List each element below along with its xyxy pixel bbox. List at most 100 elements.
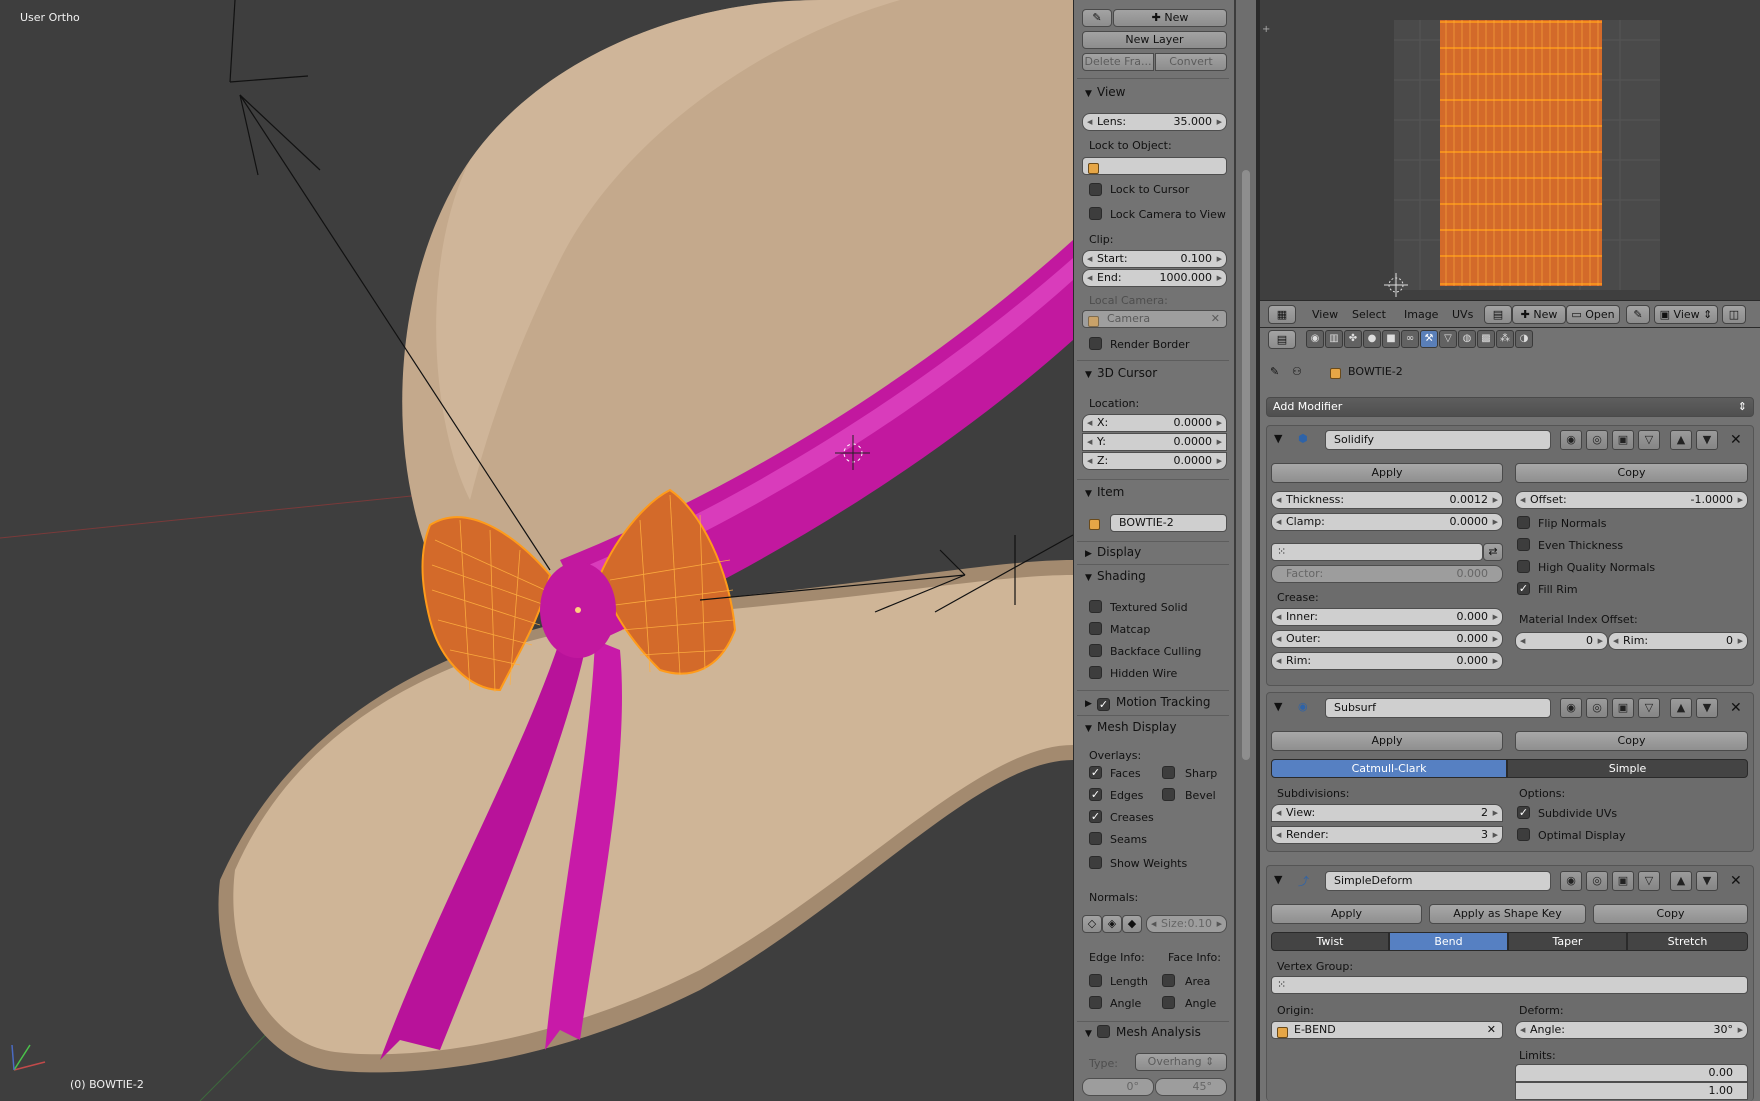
image-browse-button[interactable]: ▤ bbox=[1484, 305, 1512, 324]
vertex-normals-button[interactable]: ◇ bbox=[1082, 915, 1102, 933]
collapse-triangle-icon[interactable]: ▼ bbox=[1274, 873, 1282, 886]
cursor-x-field[interactable]: ◀ X: 0.0000 ▶ bbox=[1082, 414, 1227, 432]
menu-image[interactable]: Image bbox=[1404, 308, 1438, 321]
edge-length-checkbox[interactable] bbox=[1089, 974, 1102, 987]
limit-min-slider[interactable]: 0.00 bbox=[1515, 1064, 1748, 1082]
invert-vgroup-button[interactable]: ⇄ bbox=[1483, 543, 1503, 561]
item-name-field[interactable]: BOWTIE-2 bbox=[1110, 514, 1227, 532]
local-camera-field[interactable]: Camera ✕ bbox=[1082, 310, 1227, 328]
cage-icon[interactable]: ▽ bbox=[1638, 871, 1660, 891]
editmode-icon[interactable]: ▣ bbox=[1612, 871, 1634, 891]
twist-toggle[interactable]: Twist bbox=[1271, 932, 1389, 951]
view-panel-header[interactable]: ▼ View bbox=[1085, 83, 1125, 101]
menu-uvs[interactable]: UVs bbox=[1452, 308, 1473, 321]
tab-world[interactable]: ● bbox=[1363, 330, 1381, 348]
mesh-display-panel-header[interactable]: ▼ Mesh Display bbox=[1085, 718, 1177, 736]
move-down-icon[interactable]: ▼ bbox=[1696, 698, 1718, 718]
crease-outer-field[interactable]: ◀ Outer: 0.000 ▶ bbox=[1271, 630, 1503, 648]
move-down-icon[interactable]: ▼ bbox=[1696, 430, 1718, 450]
shading-panel-header[interactable]: ▼ Shading bbox=[1085, 567, 1146, 585]
clear-icon[interactable]: ✕ bbox=[1487, 1022, 1496, 1038]
close-icon[interactable]: ✕ bbox=[1730, 700, 1742, 716]
lens-field[interactable]: ◀ Lens: 35.000 ▶ bbox=[1082, 113, 1227, 131]
simpledeform-vertex-group-field[interactable]: ⁙ bbox=[1271, 976, 1748, 994]
seams-checkbox[interactable] bbox=[1089, 832, 1102, 845]
split-normals-button[interactable]: ◈ bbox=[1102, 915, 1122, 933]
subsurf-apply-button[interactable]: Apply bbox=[1271, 731, 1503, 751]
textured-solid-checkbox[interactable] bbox=[1089, 600, 1102, 613]
move-up-icon[interactable]: ▲ bbox=[1670, 430, 1692, 450]
3d-viewport[interactable]: User Ortho (0) BOWTIE-2 bbox=[0, 0, 1073, 1101]
tab-constraints[interactable]: ∞ bbox=[1401, 330, 1419, 348]
zoom-button[interactable]: ◫ bbox=[1722, 305, 1746, 324]
analysis-max-field[interactable]: 45° bbox=[1155, 1078, 1227, 1096]
lock-to-cursor-checkbox[interactable] bbox=[1089, 183, 1102, 196]
tab-data[interactable]: ▽ bbox=[1439, 330, 1457, 348]
tab-modifiers[interactable]: ⚒ bbox=[1420, 330, 1438, 348]
move-up-icon[interactable]: ▲ bbox=[1670, 871, 1692, 891]
cursor-panel-header[interactable]: ▼ 3D Cursor bbox=[1085, 364, 1157, 382]
add-modifier-dropdown[interactable]: Add Modifier ⇕ bbox=[1266, 397, 1754, 417]
collapse-triangle-icon[interactable]: ▼ bbox=[1274, 432, 1282, 445]
motion-tracking-checkbox[interactable]: ✓ bbox=[1097, 698, 1110, 711]
simpledeform-apply-button[interactable]: Apply bbox=[1271, 904, 1422, 924]
new-layer-button[interactable]: New Layer bbox=[1082, 31, 1227, 49]
convert-button[interactable]: Convert bbox=[1155, 53, 1227, 71]
taper-toggle[interactable]: Taper bbox=[1508, 932, 1627, 951]
faces-checkbox[interactable]: ✓ bbox=[1089, 766, 1102, 779]
tab-material[interactable]: ◍ bbox=[1458, 330, 1476, 348]
clip-start-field[interactable]: ◀ Start: 0.100 ▶ bbox=[1082, 250, 1227, 268]
eye-icon[interactable]: ◎ bbox=[1586, 698, 1608, 718]
deform-angle-field[interactable]: ◀ Angle: 30° ▶ bbox=[1515, 1021, 1748, 1039]
eye-icon[interactable]: ◎ bbox=[1586, 430, 1608, 450]
subsurf-name-field[interactable]: Subsurf bbox=[1325, 698, 1551, 718]
render-toggle-icon[interactable]: ◉ bbox=[1560, 871, 1582, 891]
close-icon[interactable]: ✕ bbox=[1730, 432, 1742, 448]
delete-frame-button[interactable]: Delete Fra... bbox=[1082, 53, 1154, 71]
subdiv-view-field[interactable]: ◀ View: 2 ▶ bbox=[1271, 804, 1503, 822]
move-down-icon[interactable]: ▼ bbox=[1696, 871, 1718, 891]
mesh-analysis-panel-header[interactable]: ▼ Mesh Analysis bbox=[1085, 1023, 1201, 1041]
flip-normals-checkbox[interactable] bbox=[1517, 516, 1530, 529]
cage-icon[interactable]: ▽ bbox=[1638, 698, 1660, 718]
fill-rim-checkbox[interactable]: ✓ bbox=[1517, 582, 1530, 595]
view-mode-dropdown[interactable]: ▣ View ⇕ bbox=[1654, 305, 1718, 324]
uv-editor[interactable]: + bbox=[1260, 0, 1760, 300]
solidify-copy-button[interactable]: Copy bbox=[1515, 463, 1748, 483]
clip-end-field[interactable]: ◀ End: 1000.000 ▶ bbox=[1082, 269, 1227, 287]
close-icon[interactable]: ✕ bbox=[1730, 873, 1742, 889]
origin-object-field[interactable]: E-BEND ✕ bbox=[1271, 1021, 1503, 1039]
cursor-z-field[interactable]: ◀ Z: 0.0000 ▶ bbox=[1082, 452, 1227, 470]
backface-culling-checkbox[interactable] bbox=[1089, 644, 1102, 657]
simpledeform-name-field[interactable]: SimpleDeform bbox=[1325, 871, 1551, 891]
grease-pencil-draw-button[interactable]: ✎ bbox=[1082, 9, 1112, 27]
solidify-name-field[interactable]: Solidify bbox=[1325, 430, 1551, 450]
subsurf-copy-button[interactable]: Copy bbox=[1515, 731, 1748, 751]
render-toggle-icon[interactable]: ◉ bbox=[1560, 430, 1582, 450]
edges-checkbox[interactable]: ✓ bbox=[1089, 788, 1102, 801]
crease-inner-field[interactable]: ◀ Inner: 0.000 ▶ bbox=[1271, 608, 1503, 626]
analysis-min-field[interactable]: 0° bbox=[1082, 1078, 1154, 1096]
stretch-toggle[interactable]: Stretch bbox=[1627, 932, 1748, 951]
properties-editor-type-button[interactable]: ▤ bbox=[1268, 330, 1296, 349]
display-panel-header[interactable]: ▶ Display bbox=[1085, 543, 1141, 561]
crease-rim-field[interactable]: ◀ Rim: 0.000 ▶ bbox=[1271, 652, 1503, 670]
tab-physics[interactable]: ◑ bbox=[1515, 330, 1533, 348]
lock-object-field[interactable] bbox=[1082, 157, 1227, 175]
edge-angle-checkbox[interactable] bbox=[1089, 996, 1102, 1009]
cursor-y-field[interactable]: ◀ Y: 0.0000 ▶ bbox=[1082, 433, 1227, 451]
tab-render-layers[interactable]: ▥ bbox=[1325, 330, 1343, 348]
apply-as-shape-key-button[interactable]: Apply as Shape Key bbox=[1429, 904, 1586, 924]
tab-object[interactable]: ■ bbox=[1382, 330, 1400, 348]
grease-pencil-new-button[interactable]: ✚ New bbox=[1113, 9, 1227, 27]
mesh-analysis-checkbox[interactable] bbox=[1097, 1025, 1110, 1038]
move-up-icon[interactable]: ▲ bbox=[1670, 698, 1692, 718]
solidify-apply-button[interactable]: Apply bbox=[1271, 463, 1503, 483]
render-border-checkbox[interactable] bbox=[1089, 337, 1102, 350]
editmode-icon[interactable]: ▣ bbox=[1612, 430, 1634, 450]
factor-field[interactable]: Factor: 0.000 bbox=[1271, 565, 1503, 583]
pin-icon[interactable]: ✎ bbox=[1270, 365, 1279, 378]
item-panel-header[interactable]: ▼ Item bbox=[1085, 483, 1124, 501]
material-offset-field[interactable]: ◀ 0 ▶ bbox=[1515, 632, 1608, 650]
bevel-checkbox[interactable] bbox=[1162, 788, 1175, 801]
